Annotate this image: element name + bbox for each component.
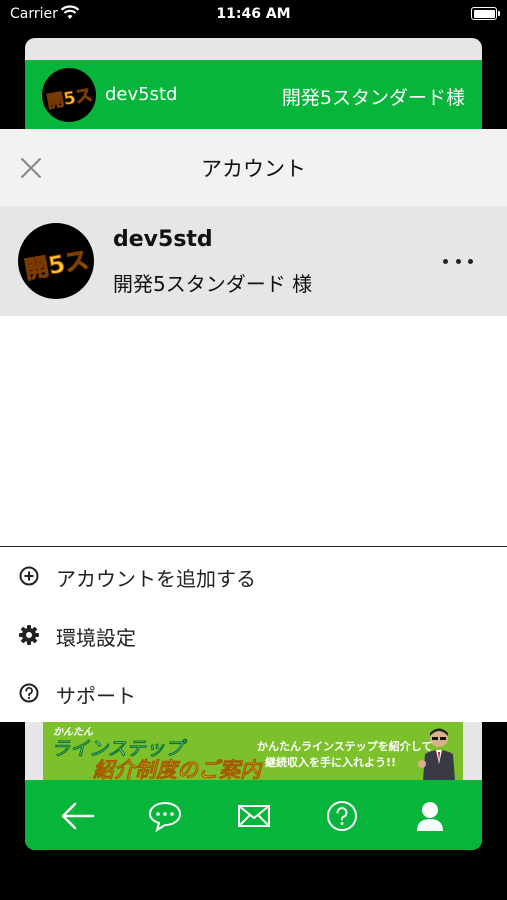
back-arrow-icon[interactable] — [59, 798, 95, 834]
user-icon[interactable] — [412, 798, 448, 834]
banner-image[interactable]: かんたん ラインステップ 紹介制度のご案内 かんたんラインステップを紹介して 継… — [43, 722, 463, 780]
account-sheet: アカウント 開5ス dev5std 開発5スタンダード 様 アカウントを追加する — [0, 129, 507, 722]
background-header: 開5ス dev5std 開発5スタンダード様 — [25, 60, 482, 130]
more-dot-icon — [443, 258, 448, 264]
menu-item-settings[interactable]: 環境設定 — [0, 606, 507, 664]
account-avatar: 開5ス — [18, 223, 94, 299]
more-dot-icon — [455, 258, 461, 264]
tab-bar — [25, 780, 482, 850]
banner-person-photo — [418, 728, 455, 780]
sheet-header: アカウント — [0, 129, 507, 206]
battery-icon — [471, 7, 500, 20]
plus-circle-icon — [19, 566, 39, 586]
chat-bubble-icon[interactable] — [147, 798, 183, 834]
help-icon[interactable] — [324, 798, 360, 834]
banner-desc-line1: かんたんラインステップを紹介して — [257, 740, 433, 753]
referral-banner[interactable]: かんたん ラインステップ 紹介制度のご案内 かんたんラインステップを紹介して 継… — [25, 722, 482, 780]
gear-icon — [19, 625, 39, 645]
mail-icon[interactable] — [236, 798, 272, 834]
more-dot-icon — [468, 258, 473, 264]
question-circle-icon — [19, 683, 39, 703]
account-row[interactable]: 開5ス dev5std 開発5スタンダード 様 — [0, 206, 507, 316]
menu-label-add-account: アカウントを追加する — [56, 567, 256, 591]
account-fullname: 開発5スタンダード 様 — [113, 272, 313, 296]
background-fullname: 開発5スタンダード様 — [281, 87, 465, 109]
menu-label-settings: 環境設定 — [56, 626, 136, 650]
menu-item-support[interactable]: サポート — [0, 664, 507, 722]
background-username: dev5std — [105, 84, 178, 105]
menu-label-support: サポート — [56, 684, 136, 708]
banner-title-line2: 紹介制度のご案内 — [93, 758, 262, 780]
clock: 11:46 AM — [216, 6, 291, 22]
status-bar: Carrier 11:46 AM — [0, 0, 507, 30]
account-username: dev5std — [113, 227, 213, 252]
banner-desc-line2: 継続収入を手に入れよう!! — [265, 756, 397, 769]
sheet-title: アカウント — [201, 157, 306, 181]
more-options-button[interactable] — [443, 249, 473, 273]
background-avatar: 開5ス — [42, 68, 96, 122]
menu-item-add-account[interactable]: アカウントを追加する — [0, 547, 507, 605]
